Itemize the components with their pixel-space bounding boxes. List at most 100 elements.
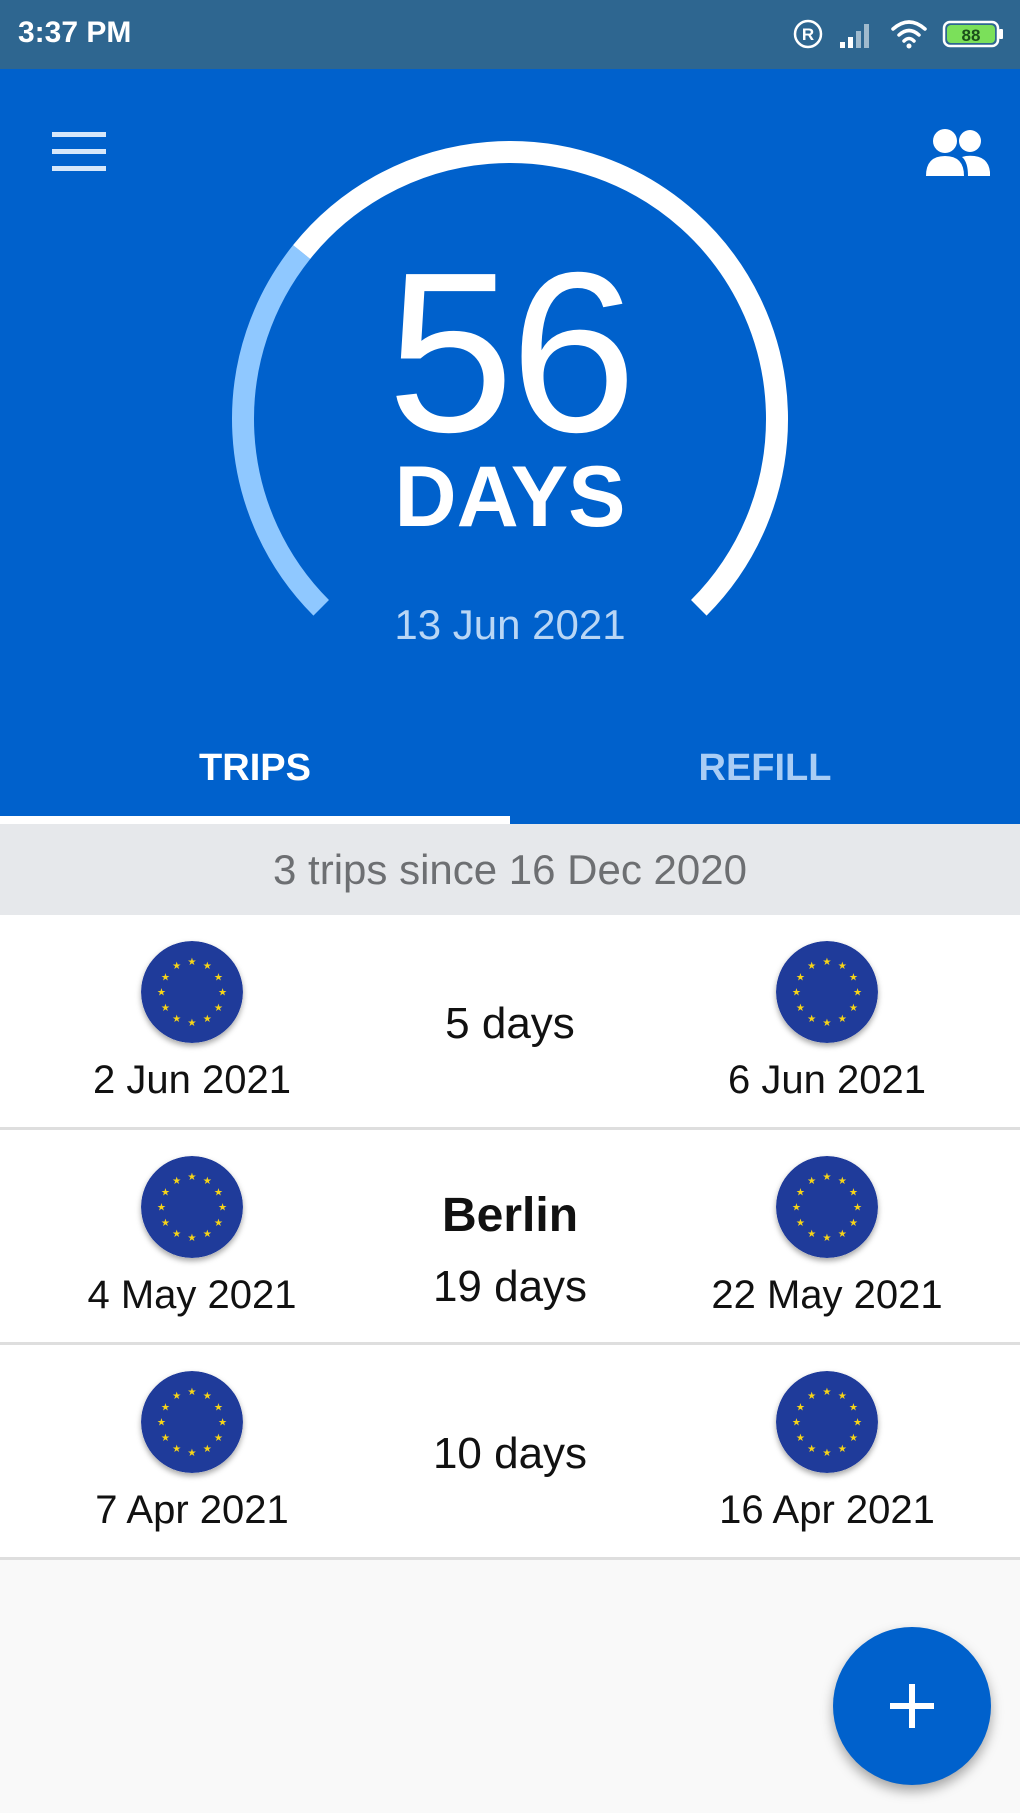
svg-text:★: ★ <box>172 1014 181 1025</box>
svg-text:★: ★ <box>807 1229 816 1240</box>
svg-text:★: ★ <box>172 1176 181 1187</box>
days-remaining-count: 56 <box>387 226 637 480</box>
svg-text:★: ★ <box>853 1203 862 1214</box>
svg-text:★: ★ <box>849 972 858 983</box>
trip-row[interactable]: ★ ★ ★ ★ ★ ★ ★ ★ ★ ★ ★ ★ 7 Apr 2021 10 days ★ ★ ★ ★ ★ ★ ★ ★… <box>0 1345 1020 1560</box>
plus-icon <box>890 1684 934 1728</box>
svg-text:★: ★ <box>796 1003 805 1014</box>
svg-text:★: ★ <box>172 1391 181 1402</box>
trip-duration: 5 days <box>445 999 575 1048</box>
eu-flag-icon: ★ ★★★★★★★★★★★ <box>776 1156 878 1258</box>
svg-text:★: ★ <box>822 957 831 968</box>
svg-text:★: ★ <box>218 1203 227 1214</box>
header: 56 DAYS 13 Jun 2021 TRIPS REFILL <box>0 69 1020 824</box>
menu-button[interactable] <box>44 119 114 189</box>
svg-text:★: ★ <box>203 1391 212 1402</box>
svg-text:★: ★ <box>161 1402 170 1413</box>
svg-text:★: ★ <box>838 1014 847 1025</box>
svg-text:★: ★ <box>838 961 847 972</box>
people-button[interactable] <box>918 114 998 194</box>
trip-end: ★ ★ ★ ★ ★ ★ ★ ★ ★ ★ ★ ★ 6 Jun 2021 <box>667 915 987 1127</box>
tab-selected-indicator <box>0 816 510 824</box>
svg-text:★: ★ <box>157 1203 166 1214</box>
trip-start-date: 2 Jun 2021 <box>93 1058 291 1102</box>
svg-text:★: ★ <box>822 1233 831 1244</box>
svg-text:★: ★ <box>187 1387 196 1398</box>
trip-row[interactable]: ★ ★ ★ ★ ★ ★ ★ ★ ★ ★ ★ ★ 2 Jun 2021 5 days ★ ★ ★ ★ ★ ★ ★ ★ ★… <box>0 915 1020 1130</box>
svg-text:★: ★ <box>807 1014 816 1025</box>
svg-text:★: ★ <box>822 1448 831 1459</box>
wifi-icon <box>890 18 928 50</box>
svg-text:★: ★ <box>214 1218 223 1229</box>
svg-text:★: ★ <box>203 1176 212 1187</box>
svg-text:★: ★ <box>807 1444 816 1455</box>
svg-text:★: ★ <box>161 1218 170 1229</box>
trip-summary: Berlin 19 days <box>360 1130 660 1342</box>
end-date: 13 Jun 2021 <box>394 601 626 648</box>
svg-text:★: ★ <box>796 1433 805 1444</box>
svg-text:★: ★ <box>214 1003 223 1014</box>
svg-text:★: ★ <box>161 1003 170 1014</box>
trip-start-date: 4 May 2021 <box>87 1273 297 1317</box>
trip-summary: 5 days <box>360 915 660 1127</box>
svg-text:★: ★ <box>203 1444 212 1455</box>
trip-end-date: 6 Jun 2021 <box>728 1058 926 1102</box>
svg-text:★: ★ <box>161 1187 170 1198</box>
tab-trips[interactable]: TRIPS <box>0 709 510 824</box>
eu-flag-icon: ★ ★★★★★★★★★★★ <box>141 1156 243 1258</box>
status-time: 3:37 PM <box>18 16 132 49</box>
trip-duration: 10 days <box>432 1429 588 1478</box>
svg-text:★: ★ <box>853 1418 862 1429</box>
svg-text:★: ★ <box>172 1444 181 1455</box>
trip-start: ★ ★ ★ ★ ★ ★ ★ ★ ★ ★ ★ ★ 4 May 2021 <box>32 1130 352 1342</box>
trip-end-date: 16 Apr 2021 <box>719 1488 935 1532</box>
svg-text:★: ★ <box>187 1172 196 1183</box>
trip-row[interactable]: ★ ★ ★ ★ ★ ★ ★ ★ ★ ★ ★ ★ 4 May 2021 Berlin 19 days ★… <box>0 1130 1020 1345</box>
svg-text:★: ★ <box>187 1233 196 1244</box>
svg-text:★: ★ <box>849 1433 858 1444</box>
eu-flag-icon: ★ ★★★★★★★★★★★ <box>776 1371 878 1473</box>
svg-text:★: ★ <box>796 1187 805 1198</box>
registered-icon: R <box>792 18 824 50</box>
trip-start: ★ ★ ★ ★ ★ ★ ★ ★ ★ ★ ★ ★ 7 Apr 2021 <box>32 1345 352 1557</box>
svg-text:★: ★ <box>214 1402 223 1413</box>
svg-text:★: ★ <box>796 972 805 983</box>
trip-duration: 19 days <box>432 1262 588 1311</box>
svg-text:★: ★ <box>853 988 862 999</box>
svg-text:★: ★ <box>822 1387 831 1398</box>
trip-start-date: 7 Apr 2021 <box>95 1488 289 1532</box>
trip-summary: 10 days <box>360 1345 660 1557</box>
svg-text:★: ★ <box>796 1218 805 1229</box>
svg-text:★: ★ <box>214 1187 223 1198</box>
status-bar: 3:37 PM R 88 <box>0 0 1020 69</box>
tab-refill[interactable]: REFILL <box>510 709 1020 824</box>
tab-trips-label: TRIPS <box>199 747 311 789</box>
status-icons: R 88 <box>792 16 1004 52</box>
svg-text:★: ★ <box>157 988 166 999</box>
svg-text:★: ★ <box>849 1003 858 1014</box>
svg-text:★: ★ <box>838 1176 847 1187</box>
svg-text:★: ★ <box>172 1229 181 1240</box>
svg-text:★: ★ <box>214 972 223 983</box>
people-icon <box>926 129 990 176</box>
menu-icon <box>52 132 106 171</box>
trip-list: ★ ★ ★ ★ ★ ★ ★ ★ ★ ★ ★ ★ 2 Jun 2021 5 days ★ ★ ★ ★ ★ ★ ★ ★ ★… <box>0 915 1020 1560</box>
svg-text:★: ★ <box>822 1018 831 1029</box>
svg-text:★: ★ <box>796 1402 805 1413</box>
battery-level: 88 <box>962 26 981 45</box>
svg-text:★: ★ <box>849 1218 858 1229</box>
svg-text:★: ★ <box>203 961 212 972</box>
tab-refill-label: REFILL <box>698 747 832 789</box>
svg-text:★: ★ <box>172 961 181 972</box>
svg-text:★: ★ <box>849 1402 858 1413</box>
svg-text:★: ★ <box>792 1418 801 1429</box>
svg-text:★: ★ <box>203 1014 212 1025</box>
add-trip-button[interactable] <box>833 1627 991 1785</box>
trip-start: ★ ★ ★ ★ ★ ★ ★ ★ ★ ★ ★ ★ 2 Jun 2021 <box>32 915 352 1127</box>
svg-text:★: ★ <box>187 1448 196 1459</box>
svg-text:★: ★ <box>214 1433 223 1444</box>
trip-name: Berlin <box>441 1189 579 1242</box>
svg-text:★: ★ <box>807 1391 816 1402</box>
svg-text:★: ★ <box>849 1187 858 1198</box>
days-unit-label: DAYS <box>394 449 626 545</box>
